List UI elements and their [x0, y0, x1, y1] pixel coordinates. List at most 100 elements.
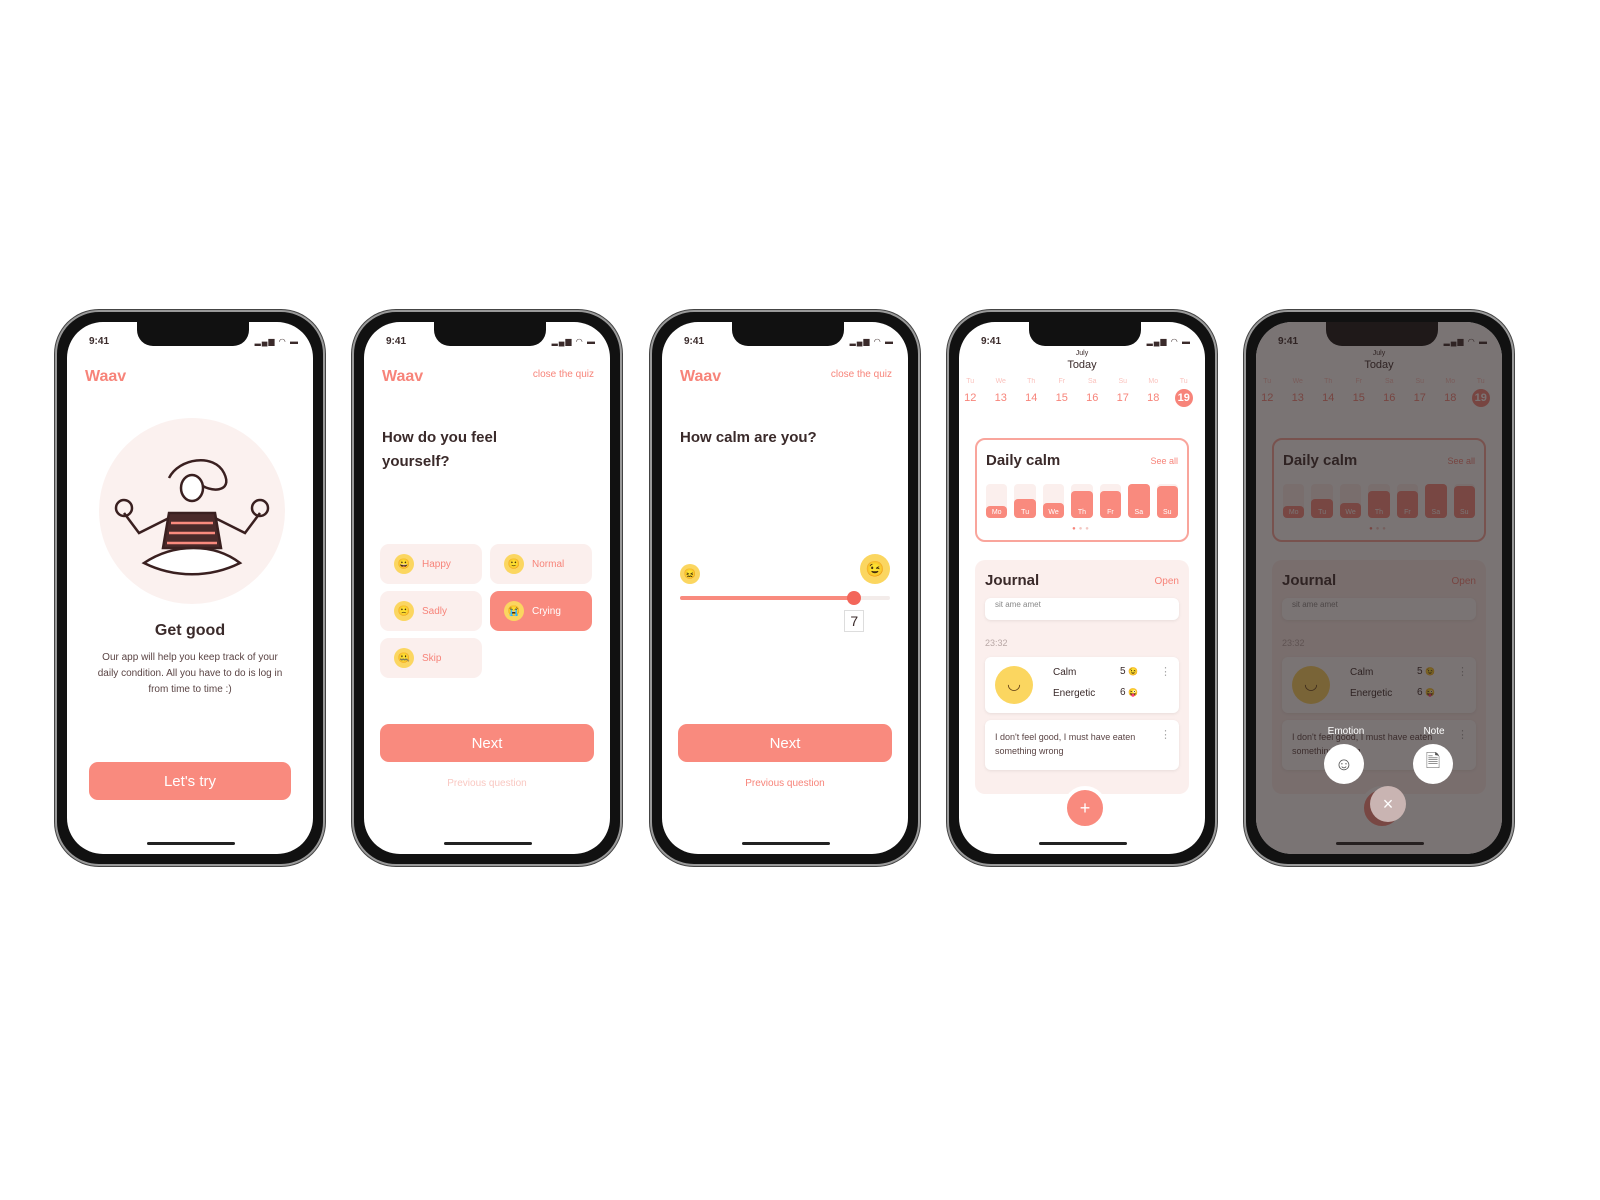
option-skip[interactable]: 🤐 Skip	[380, 638, 482, 678]
mood-face-icon: ◡	[995, 666, 1033, 704]
welcome-body: Our app will help you keep track of your…	[97, 652, 283, 695]
close-menu-button[interactable]: ×	[1370, 786, 1406, 822]
mood-calm-value: 5 😉	[1120, 666, 1138, 677]
status-time: 9:41	[684, 336, 705, 347]
option-label: Happy	[422, 558, 451, 570]
option-crying[interactable]: 😭 Crying	[490, 591, 592, 631]
calm-bar[interactable]: Tu	[1014, 484, 1036, 518]
notch	[137, 322, 249, 346]
label: Energetic	[1053, 688, 1096, 699]
daily-calm-title: Daily calm	[986, 452, 1061, 469]
question-title: How calm are you?	[680, 429, 817, 446]
mood-entry[interactable]: ◡ Calm 5 😉 Energetic 6 😜 ⋮	[985, 657, 1179, 713]
calm-bar[interactable]: Sa	[1128, 484, 1150, 518]
day-item[interactable]: Mo 18	[1138, 378, 1169, 407]
journal-entry-partial[interactable]: sit ame amet	[985, 598, 1179, 620]
note-entry[interactable]: I don't feel good, I must have eaten som…	[985, 720, 1179, 770]
home-indicator	[1039, 842, 1127, 845]
home-indicator	[147, 842, 235, 845]
note-text: I don't feel good, I must have eaten som…	[995, 732, 1136, 756]
menu-overlay[interactable]: Emotion ☺ Note 🗎 ×	[1256, 322, 1502, 854]
status-time: 9:41	[386, 336, 407, 347]
previous-question-link[interactable]: Previous question	[662, 778, 908, 789]
day-item[interactable]: Th 14	[1016, 378, 1047, 407]
option-normal[interactable]: 🙂 Normal	[490, 544, 592, 584]
calm-bar-fill: We	[1042, 502, 1065, 518]
see-all-link[interactable]: See all	[1150, 456, 1178, 466]
calm-bar-fill: Sa	[1128, 484, 1150, 518]
calm-bar-fill: Tu	[1014, 499, 1036, 518]
day-item[interactable]: Sa 16	[1077, 378, 1108, 407]
calm-bar[interactable]: Mo	[986, 484, 1008, 518]
emotion-label: Emotion	[1327, 726, 1365, 737]
entry-text: sit ame amet	[995, 600, 1041, 609]
today-label: Today	[1067, 359, 1097, 371]
calm-bar[interactable]: Th	[1071, 484, 1093, 518]
status-icons: ▂▄▆ ◠ ▬	[1146, 337, 1191, 346]
option-sadly[interactable]: 🙁 Sadly	[380, 591, 482, 631]
more-options-icon[interactable]: ⋮	[1160, 665, 1171, 678]
option-label: Normal	[532, 558, 565, 570]
next-button[interactable]: Next	[678, 724, 892, 762]
logo: Waav	[85, 368, 127, 385]
next-button[interactable]: Next	[380, 724, 594, 762]
note-button[interactable]: 🗎	[1413, 744, 1453, 784]
close-quiz-link[interactable]: close the quiz	[831, 369, 892, 380]
weekday: Tu	[1179, 378, 1188, 385]
slider-thumb[interactable]	[847, 591, 862, 605]
day-item-today[interactable]: Tu 19	[1169, 378, 1200, 407]
option-happy[interactable]: 😀 Happy	[380, 544, 482, 584]
date: 12	[964, 392, 977, 404]
slider-value: 7	[844, 610, 865, 632]
calendar-header: July Today	[959, 350, 1205, 371]
status-time: 9:41	[981, 336, 1002, 347]
close-quiz-link[interactable]: close the quiz	[533, 369, 594, 380]
date: 18	[1147, 392, 1160, 404]
calm-bars: Mo Tu We ThFrSaSu	[986, 484, 1178, 518]
note-label: Note	[1423, 726, 1445, 737]
weekday: We	[995, 378, 1006, 385]
calm-bar[interactable]: Su	[1156, 484, 1178, 518]
weekday: Su	[1118, 378, 1128, 385]
calm-bar[interactable]: Fr	[1099, 484, 1122, 518]
happy-emoji-icon: 😀	[394, 554, 414, 574]
weekday: Sa	[1087, 378, 1097, 385]
phone-calm-quiz: 9:41 ▂▄▆ ◠ ▬ Waav close the quiz How cal…	[650, 310, 920, 866]
meditation-illustration	[99, 418, 285, 604]
emotion-button[interactable]: ☺	[1324, 744, 1364, 784]
zipper-emoji-icon: 🤐	[394, 648, 414, 668]
home-indicator	[444, 842, 532, 845]
phone-welcome: 9:41 ▂▄▆ ◠ ▬ Waav Get good Our app will …	[55, 310, 325, 866]
calm-bar[interactable]: We	[1042, 484, 1065, 518]
date: 16	[1086, 392, 1099, 404]
notch	[1029, 322, 1141, 346]
logo: Waav	[680, 368, 722, 385]
lets-try-button[interactable]: Let's try	[89, 762, 291, 800]
calm-bar-fill: Su	[1156, 485, 1178, 518]
entry-time: 23:32	[985, 638, 1008, 648]
journal-card: Journal Open sit ame amet 23:32 ◡ Calm 5…	[975, 560, 1189, 794]
screen: 9:41 ▂▄▆ ◠ ▬ Waav close the quiz How cal…	[662, 322, 908, 854]
close-icon: ×	[1382, 793, 1394, 814]
day-item[interactable]: Tu 12	[959, 378, 986, 407]
add-button[interactable]: +	[1063, 786, 1107, 830]
logo: Waav	[382, 368, 424, 385]
mood-energetic: Energetic	[1053, 688, 1095, 699]
max-emoji-icon: 😉	[860, 554, 890, 584]
day-item[interactable]: We 13	[986, 378, 1017, 407]
option-label: Skip	[422, 652, 442, 664]
screen: 9:41 ▂▄▆ ◠ ▬ Waav close the quiz How do …	[364, 322, 610, 854]
day-item[interactable]: Fr 15	[1047, 378, 1078, 407]
calm-slider[interactable]: 7	[680, 591, 890, 632]
previous-question-link[interactable]: Previous question	[364, 778, 610, 789]
mood-calm: Calm	[1053, 667, 1076, 678]
calm-bar-fill: Th	[1071, 490, 1093, 518]
slider-fill	[680, 596, 855, 600]
phone-feel-quiz: 9:41 ▂▄▆ ◠ ▬ Waav close the quiz How do …	[352, 310, 622, 866]
date: 15	[1055, 392, 1068, 404]
open-journal-link[interactable]: Open	[1155, 576, 1179, 587]
weekday: Tu	[966, 378, 975, 385]
day-item[interactable]: Su 17	[1108, 378, 1139, 407]
date: 17	[1116, 392, 1129, 404]
more-options-icon[interactable]: ⋮	[1160, 728, 1171, 742]
